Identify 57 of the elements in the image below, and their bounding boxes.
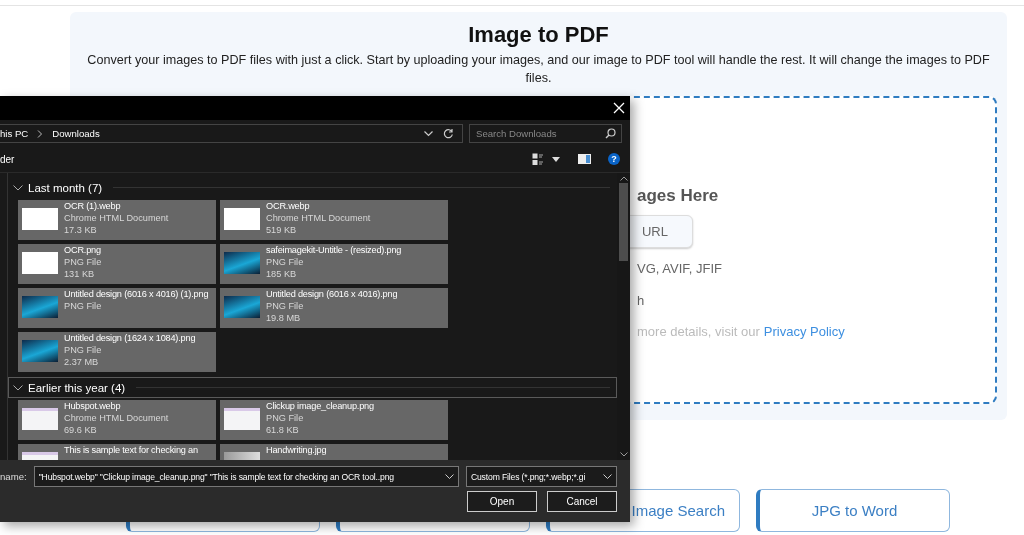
chevron-down-icon xyxy=(13,184,23,191)
cancel-button[interactable]: Cancel xyxy=(547,491,617,512)
file-thumbnail xyxy=(22,252,58,274)
chevron-down-icon[interactable] xyxy=(424,130,433,137)
scrollbar[interactable] xyxy=(617,173,630,460)
caret-down-icon[interactable] xyxy=(552,156,560,162)
group-header[interactable]: Last month (7) xyxy=(8,177,617,198)
chevron-down-icon xyxy=(13,384,23,391)
file-tile[interactable]: Untitled design (1624 x 1084).png PNG File 2.37 MB xyxy=(18,332,216,372)
size-limit-text: h xyxy=(636,293,645,310)
preview-pane-icon[interactable] xyxy=(578,154,591,164)
file-tile[interactable]: Handwriting.jpg xyxy=(220,444,448,460)
new-folder-button[interactable]: der xyxy=(0,153,15,165)
file-tile[interactable]: OCR (1).webp Chrome HTML Document 17.3 KB xyxy=(18,200,216,240)
file-thumbnail xyxy=(224,408,260,430)
file-tile[interactable]: Clickup image_cleanup.png PNG File 61.8 KB xyxy=(220,400,448,440)
breadcrumb-item[interactable]: his PC xyxy=(0,128,29,139)
file-tile[interactable]: safeimagekit-Untitle - (resized).png PNG File 185 KB xyxy=(220,244,448,284)
scroll-down-icon[interactable] xyxy=(619,452,628,457)
close-icon[interactable] xyxy=(613,102,625,114)
refresh-icon[interactable] xyxy=(443,128,454,139)
file-tile[interactable]: Untitled design (6016 x 4016) (1).png PNG File xyxy=(18,288,216,328)
file-thumbnail xyxy=(224,252,260,274)
file-thumbnail xyxy=(22,340,58,362)
help-button[interactable]: ? xyxy=(608,153,620,165)
scrollbar-thumb[interactable] xyxy=(619,183,628,261)
tool-link-button[interactable]: JPG to Word xyxy=(756,489,950,532)
file-thumbnail xyxy=(22,296,58,318)
page-description: Convert your images to PDF files with just a click. Start by uploading your images, and our image to PDF tool will handle the rest. It will change the images to PDF files. xyxy=(86,52,991,87)
file-tile[interactable]: Untitled design (6016 x 4016).png PNG File 19.8 MB xyxy=(220,288,448,328)
privacy-text: more details, visit our xyxy=(637,324,760,339)
dropzone-heading: ages Here xyxy=(636,186,719,206)
scroll-up-icon[interactable] xyxy=(619,176,628,181)
search-icon xyxy=(605,128,616,139)
group-header[interactable]: Earlier this year (4) xyxy=(8,377,617,398)
file-thumbnail xyxy=(22,408,58,430)
file-name-field[interactable]: "Hubspot.webp" "Clickup image_cleanup.png" "This is sample text for checking an OCR tool..png xyxy=(33,466,459,487)
file-thumbnail xyxy=(22,208,58,230)
file-thumbnail xyxy=(224,208,260,230)
search-field[interactable]: Search Downloads xyxy=(469,124,622,143)
chevron-down-icon[interactable] xyxy=(444,473,454,480)
formats-text: VG, AVIF, JFIF xyxy=(636,261,722,278)
privacy-policy-link[interactable]: Privacy Policy xyxy=(763,324,845,339)
address-bar[interactable]: his PC Downloads xyxy=(0,124,463,143)
file-name-label: name: xyxy=(0,471,27,482)
chevron-down-icon[interactable] xyxy=(603,473,612,480)
file-tile[interactable]: Hubspot.webp Chrome HTML Document 69.6 KB xyxy=(18,400,216,440)
open-button[interactable]: Open xyxy=(467,491,537,512)
chevron-right-icon xyxy=(37,129,44,138)
breadcrumb-item[interactable]: Downloads xyxy=(52,128,100,139)
file-tile[interactable]: OCR.webp Chrome HTML Document 519 KB xyxy=(220,200,448,240)
view-options-icon[interactable] xyxy=(532,152,544,166)
page-title: Image to PDF xyxy=(468,22,609,48)
file-tile[interactable]: This is sample text for checking an xyxy=(18,444,216,460)
file-tile[interactable]: OCR.png PNG File 131 KB xyxy=(18,244,216,284)
file-type-dropdown[interactable]: Custom Files (*.png;*.webp;*.gi xyxy=(465,466,617,487)
file-thumbnail xyxy=(224,296,260,318)
